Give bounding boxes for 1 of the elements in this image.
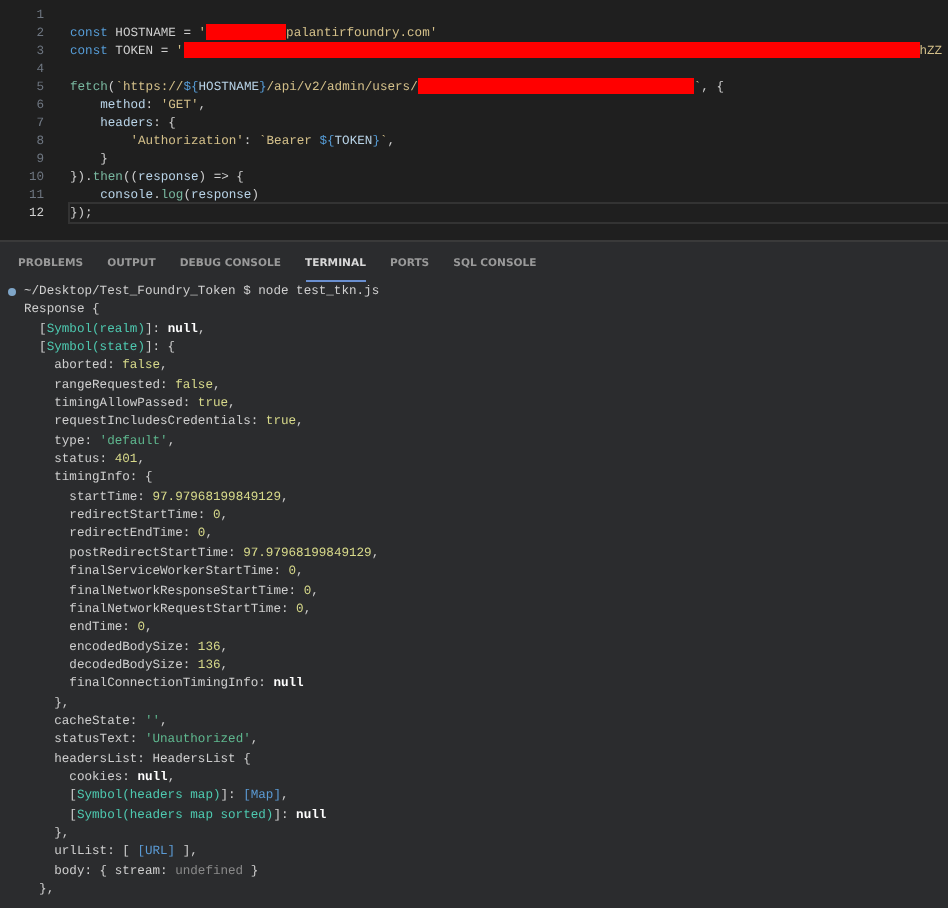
prompt-status-icon xyxy=(8,287,16,296)
